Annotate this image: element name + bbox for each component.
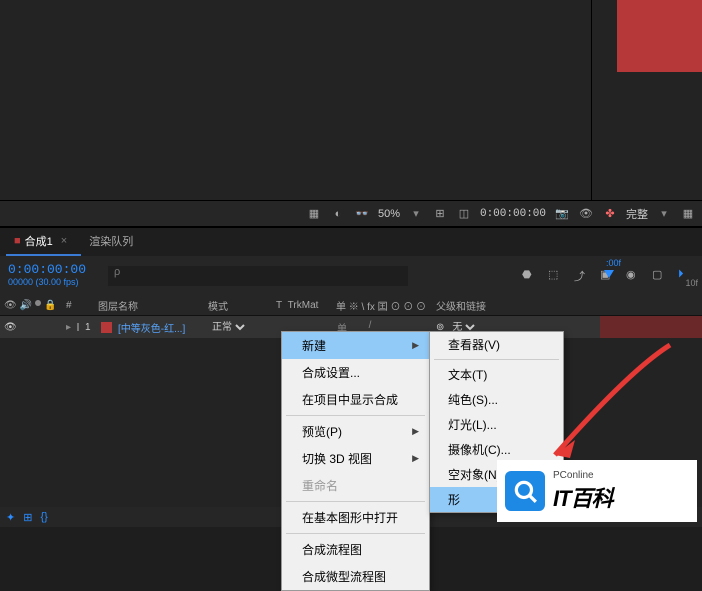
layer-twirl-icon[interactable]: ▸: [66, 322, 71, 333]
watermark-subtitle: PConline: [553, 470, 613, 481]
layer-label-color[interactable]: [77, 323, 79, 331]
timeline-tabs: ■ 合成1 × 渲染队列: [0, 230, 702, 256]
viewer-toolbar: ▦ ◐ 👓 50% ▾ ⊞ ◫ 0:00:00:00 📷 👁 ✤ 完整 ▾ ▦: [0, 200, 702, 228]
layer-search[interactable]: ρ: [108, 266, 408, 286]
tab-label: 合成1: [25, 233, 53, 249]
solo-header-icon: [35, 300, 41, 306]
blend-mode-select[interactable]: 正常: [208, 318, 248, 336]
menu-rename: 重命名: [282, 472, 429, 499]
resolution-dropdown-icon[interactable]: ▾: [656, 206, 672, 222]
submenu-arrow-icon: ▶: [412, 340, 419, 351]
submenu-light[interactable]: 灯光(L)...: [430, 412, 563, 437]
tab-render-queue[interactable]: 渲染队列: [81, 228, 147, 256]
submenu-camera[interactable]: 摄像机(C)...: [430, 437, 563, 462]
show-snapshot-icon[interactable]: 👁: [578, 206, 594, 222]
parent-header[interactable]: 父级和链接: [432, 298, 522, 313]
tab-label: 渲染队列: [89, 233, 133, 249]
submenu-solid[interactable]: 纯色(S)...: [430, 387, 563, 412]
av-column-header[interactable]: 👁 🔊 🔒: [0, 300, 62, 311]
menu-show-in-project[interactable]: 在项目中显示合成: [282, 386, 429, 413]
current-timecode[interactable]: 0:00:00:00: [8, 263, 98, 276]
draft-3d-icon[interactable]: ⬚: [548, 268, 564, 284]
menu-mini-flowchart[interactable]: 合成微型流程图: [282, 563, 429, 590]
shy-icon[interactable]: ⤴: [574, 268, 590, 284]
menu-separator: [286, 533, 425, 534]
layer-type-swatch: [101, 322, 112, 333]
viewer-goggles-icon[interactable]: 👓: [354, 206, 370, 222]
index-column-header[interactable]: #: [62, 300, 94, 311]
viewer-right-pane[interactable]: [592, 0, 702, 200]
close-tab-icon[interactable]: ×: [61, 235, 67, 247]
tab-marker: ■: [14, 235, 21, 247]
ruler-10f: 10f: [685, 278, 698, 288]
speaker-header-icon: 🔊: [20, 300, 32, 311]
footer-toggle-icon[interactable]: ✦: [6, 511, 15, 524]
layer-columns-header: 👁 🔊 🔒 # 图层名称 模式 T TrkMat 单 ※ \ fx 囯 ⊙ ⊙ …: [0, 296, 702, 316]
snapshot-icon[interactable]: 📷: [554, 206, 570, 222]
footer-brace-icon[interactable]: {}: [40, 511, 47, 523]
switches-header[interactable]: 单 ※ \ fx 囯 ⊙ ⊙ ⊙: [332, 298, 432, 313]
resolution-dropdown[interactable]: 完整: [626, 206, 648, 222]
layer-index: 1: [85, 322, 91, 333]
fps-display: 00000 (30.00 fps): [8, 276, 98, 289]
viewer-timecode[interactable]: 0:00:00:00: [480, 208, 546, 220]
dropdown-icon[interactable]: ▾: [408, 206, 424, 222]
watermark-logo-icon: [505, 471, 545, 511]
watermark-badge: PConline IT百科: [497, 460, 697, 522]
layer-name-header[interactable]: 图层名称: [94, 298, 204, 313]
timeline-header: 0:00:00:00 00000 (30.00 fps) ρ ⬣ ⬚ ⤴ ▣ ◉…: [0, 256, 702, 296]
tab-composition-1[interactable]: ■ 合成1 ×: [6, 228, 81, 256]
time-ruler[interactable]: :00f 10f: [602, 256, 702, 296]
viewer-overflow-icon[interactable]: ▦: [680, 206, 696, 222]
menu-separator: [286, 415, 425, 416]
eye-header-icon: 👁: [4, 300, 17, 311]
submenu-arrow-icon: ▶: [412, 426, 419, 437]
lock-header-icon: 🔒: [44, 300, 56, 311]
watermark-title: IT百科: [553, 481, 613, 513]
footer-switches-icon[interactable]: ⊞: [23, 511, 32, 524]
zoom-level[interactable]: 50%: [378, 208, 400, 220]
submenu-text[interactable]: 文本(T): [430, 362, 563, 387]
ruler-start-label: :00f: [606, 258, 621, 268]
menu-new[interactable]: 新建 ▶: [282, 332, 429, 359]
solid-preview-swatch: [617, 0, 702, 72]
timecode-block[interactable]: 0:00:00:00 00000 (30.00 fps): [8, 263, 98, 289]
menu-comp-settings[interactable]: 合成设置...: [282, 359, 429, 386]
layer-name[interactable]: [中等灰色-红...]: [118, 320, 185, 335]
menu-switch-3d[interactable]: 切换 3D 视图 ▶: [282, 445, 429, 472]
channel-icon[interactable]: ◫: [456, 206, 472, 222]
viewer-grid-icon[interactable]: ▦: [306, 206, 322, 222]
search-icon: ρ: [114, 266, 120, 278]
viewer-mask-icon[interactable]: ◐: [330, 206, 346, 222]
playhead-indicator[interactable]: [604, 270, 614, 278]
context-menu: 新建 ▶ 合成设置... 在项目中显示合成 预览(P) ▶ 切换 3D 视图 ▶…: [281, 331, 430, 591]
visibility-toggle[interactable]: 👁: [4, 322, 17, 333]
comp-marker-icon[interactable]: ⬣: [522, 268, 538, 284]
layer-duration-bar[interactable]: [600, 316, 702, 338]
menu-separator: [434, 359, 559, 360]
menu-new-label: 新建: [302, 337, 326, 354]
menu-separator: [286, 501, 425, 502]
trkmat-header[interactable]: T TrkMat: [272, 300, 332, 311]
resolution-icon[interactable]: ⊞: [432, 206, 448, 222]
color-management-icon[interactable]: ✤: [602, 206, 618, 222]
menu-flowchart[interactable]: 合成流程图: [282, 536, 429, 563]
viewer-left-pane[interactable]: [0, 0, 592, 200]
composition-viewer: [0, 0, 702, 200]
mode-header[interactable]: 模式: [204, 298, 272, 313]
submenu-arrow-icon: ▶: [412, 453, 419, 464]
submenu-viewer[interactable]: 查看器(V): [430, 332, 563, 357]
menu-preview[interactable]: 预览(P) ▶: [282, 418, 429, 445]
